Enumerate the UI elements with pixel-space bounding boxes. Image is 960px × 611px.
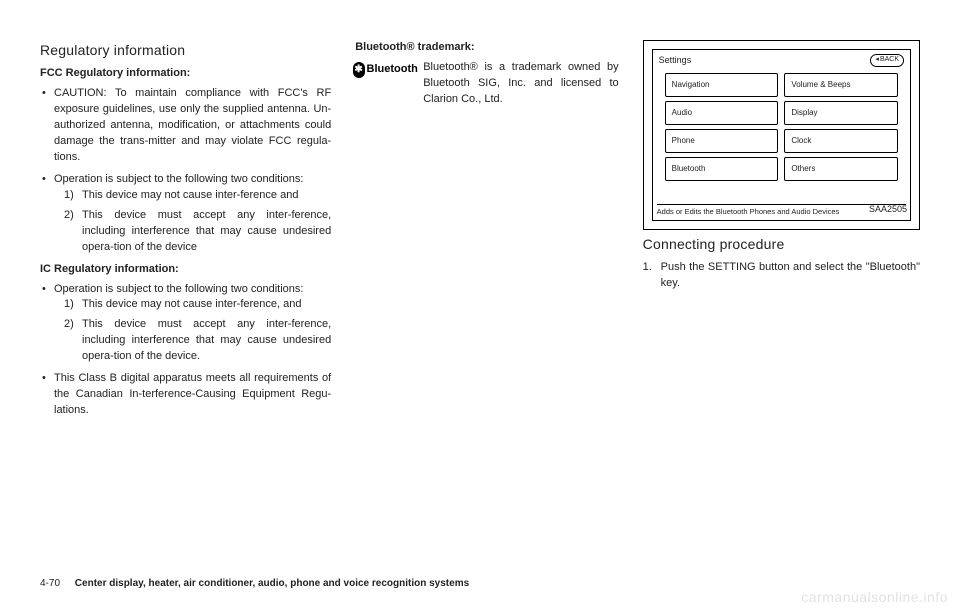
fcc-sub-1: 1) This device may not cause inter-ferenc… [54, 188, 331, 204]
back-label: BACK [880, 55, 899, 65]
num-label: 1) [64, 297, 74, 313]
back-button[interactable]: ◂ BACK [870, 54, 904, 66]
fcc-title: FCC Regulatory information: [40, 66, 331, 82]
regulatory-heading: Regulatory information [40, 40, 331, 60]
num-label: 2) [64, 317, 74, 333]
cell-label: Display [791, 107, 817, 119]
ic-sublist: 1) This device may not cause inter-ferenc… [54, 297, 331, 365]
fcc-sub-2-text: This device must accept any inter-ferenc… [82, 209, 331, 253]
column-3: Settings ◂ BACK Navigation Volume & Beep… [643, 40, 920, 560]
settings-grid: Navigation Volume & Beeps Audio Display … [659, 71, 904, 183]
ic-bullet-2: This Class B digital apparatus meets all… [40, 371, 331, 419]
bluetooth-logo-inner: ✱ Bluetooth [353, 62, 418, 78]
ic-bullet-list: Operation is subject to the following tw… [40, 282, 331, 420]
bluetooth-trademark-block: ✱ Bluetooth Bluetooth® is a trademark ow… [355, 60, 618, 108]
ic-sub-2-text: This device must accept any inter-ferenc… [82, 318, 331, 362]
settings-item-volume-beeps[interactable]: Volume & Beeps [784, 73, 898, 97]
num-label: 2) [64, 208, 74, 224]
cell-label: Clock [791, 135, 811, 147]
screen-header: Settings ◂ BACK [659, 54, 904, 67]
fcc-bullet-2-text: Operation is subject to the following tw… [54, 173, 303, 185]
settings-item-clock[interactable]: Clock [784, 129, 898, 153]
bluetooth-trademark-title: Bluetooth® trademark: [355, 40, 618, 56]
page-number: 4-70 [40, 578, 60, 589]
settings-item-others[interactable]: Others [784, 157, 898, 181]
bluetooth-logo-text: Bluetooth [367, 62, 418, 78]
watermark: carmanualsonline.info [801, 589, 948, 605]
fcc-bullet-2: Operation is subject to the following tw… [40, 172, 331, 256]
connecting-heading: Connecting procedure [643, 234, 920, 254]
connecting-step-1-text: Push the SETTING button and select the "… [661, 261, 920, 289]
settings-screen: Settings ◂ BACK Navigation Volume & Beep… [652, 49, 911, 221]
fcc-sublist: 1) This device may not cause inter-ferenc… [54, 188, 331, 256]
cell-label: Navigation [672, 79, 710, 91]
connecting-steps: 1. Push the SETTING button and select the… [643, 260, 920, 292]
settings-item-phone[interactable]: Phone [665, 129, 779, 153]
figure-caption: SAA2505 [652, 203, 911, 216]
page-content: Regulatory information FCC Regulatory in… [40, 40, 920, 560]
bluetooth-trademark-text: Bluetooth® is a trademark owned by Bluet… [423, 60, 618, 108]
settings-screen-figure: Settings ◂ BACK Navigation Volume & Beep… [643, 40, 920, 230]
bluetooth-logo: ✱ Bluetooth [355, 60, 415, 108]
settings-item-audio[interactable]: Audio [665, 101, 779, 125]
cell-label: Bluetooth [672, 163, 706, 175]
fcc-bullet-list: CAUTION: To maintain compliance with FCC… [40, 86, 331, 255]
bluetooth-icon: ✱ [353, 62, 365, 78]
step-label: 1. [643, 260, 652, 276]
fcc-sub-2: 2) This device must accept any inter-fere… [54, 208, 331, 256]
ic-sub-1-text: This device may not cause inter-ference,… [82, 298, 302, 310]
settings-item-bluetooth[interactable]: Bluetooth [665, 157, 779, 181]
back-arrow-icon: ◂ [875, 55, 879, 65]
chapter-title: Center display, heater, air conditioner,… [75, 578, 469, 589]
fcc-sub-1-text: This device may not cause inter-ference … [82, 189, 298, 201]
cell-label: Audio [672, 107, 692, 119]
ic-sub-1: 1) This device may not cause inter-ferenc… [54, 297, 331, 313]
num-label: 1) [64, 188, 74, 204]
ic-title: IC Regulatory information: [40, 262, 331, 278]
settings-item-display[interactable]: Display [784, 101, 898, 125]
column-2: Bluetooth® trademark: ✱ Bluetooth Blueto… [355, 40, 618, 560]
ic-bullet-1: Operation is subject to the following tw… [40, 282, 331, 366]
page-footer: 4-70 Center display, heater, air conditi… [40, 578, 469, 589]
screen-title: Settings [659, 54, 692, 67]
ic-bullet-1-text: Operation is subject to the following tw… [54, 283, 303, 295]
cell-label: Volume & Beeps [791, 79, 850, 91]
cell-label: Others [791, 163, 815, 175]
ic-sub-2: 2) This device must accept any inter-fere… [54, 317, 331, 365]
cell-label: Phone [672, 135, 695, 147]
column-1: Regulatory information FCC Regulatory in… [40, 40, 331, 560]
fcc-bullet-1: CAUTION: To maintain compliance with FCC… [40, 86, 331, 166]
connecting-step-1: 1. Push the SETTING button and select the… [643, 260, 920, 292]
settings-item-navigation[interactable]: Navigation [665, 73, 779, 97]
